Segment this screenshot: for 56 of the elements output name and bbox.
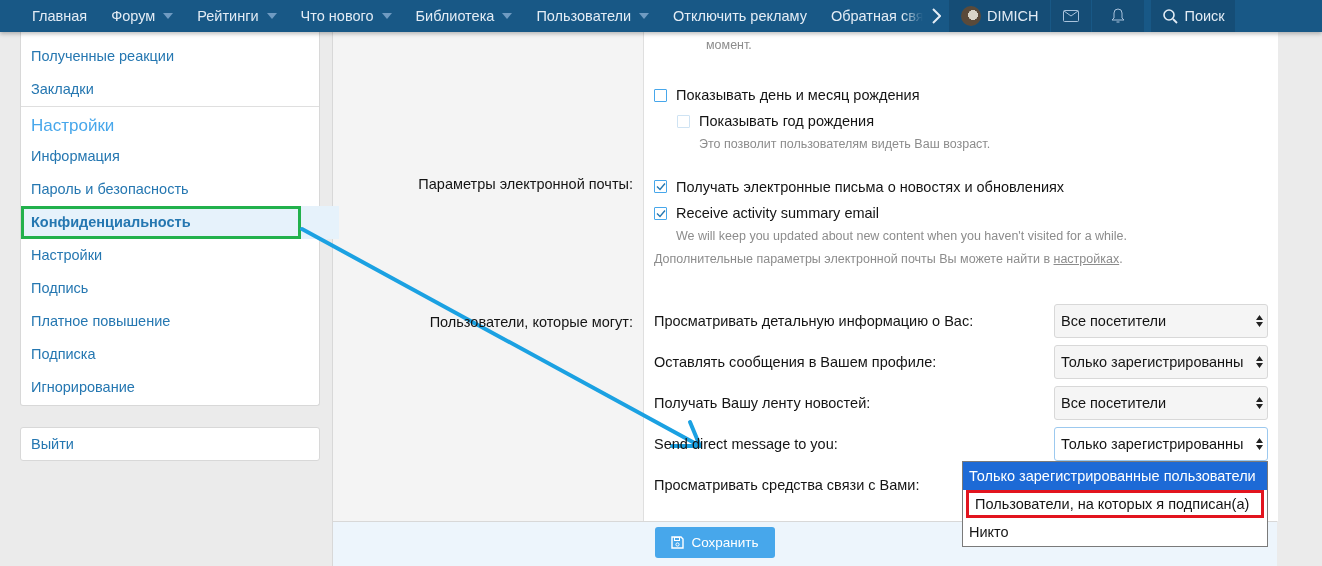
caret-icon bbox=[381, 13, 392, 19]
nav-link[interactable]: Рейтинги bbox=[185, 0, 289, 32]
field-label: Просматривать средства связи с Вами: bbox=[654, 476, 920, 495]
sidebar-item[interactable]: Информация bbox=[21, 140, 319, 173]
sidebar-item[interactable]: Подписка bbox=[21, 338, 319, 371]
checkbox-label: Показывать день и месяц рождения bbox=[676, 87, 920, 103]
hint-text: Это позволит пользователям видеть Ваш возраст. bbox=[699, 137, 991, 151]
field-label: Оставлять сообщения в Вашем профиле: bbox=[654, 353, 937, 372]
sidebar-item[interactable]: Пароль и безопасность bbox=[21, 173, 319, 206]
updown-icon bbox=[1256, 438, 1263, 450]
sidebar-item[interactable]: Платное повышение bbox=[21, 305, 319, 338]
checkbox[interactable] bbox=[654, 180, 667, 193]
checkbox[interactable] bbox=[654, 88, 667, 102]
avatar bbox=[960, 6, 981, 26]
caret-icon bbox=[502, 13, 513, 19]
caret-icon bbox=[266, 13, 277, 19]
field-label: Параметры электронной почты: bbox=[418, 176, 633, 192]
nav-link[interactable]: Пользователи bbox=[524, 0, 662, 32]
dropdown-option[interactable]: Пользователи, на которых я подписан(а) bbox=[966, 490, 1264, 518]
updown-icon bbox=[1256, 356, 1263, 368]
checkbox-label: Получать электронные письма о новостях и обновлениях bbox=[676, 178, 1065, 195]
nav-link[interactable]: Что нового bbox=[288, 0, 404, 32]
nav-link[interactable]: Форум bbox=[99, 0, 186, 32]
nav-link[interactable]: Отключить рекламу bbox=[661, 0, 819, 32]
checkbox[interactable] bbox=[654, 206, 667, 220]
caret-icon bbox=[639, 13, 650, 19]
sidebar-item[interactable]: Конфиденциальность bbox=[21, 206, 339, 239]
search-button[interactable]: Поиск bbox=[1151, 0, 1236, 32]
select-field[interactable]: Только зарегистрированны bbox=[1054, 345, 1268, 379]
caret-icon bbox=[163, 13, 174, 19]
check-icon bbox=[655, 208, 666, 218]
updown-icon bbox=[1256, 315, 1263, 327]
sidebar-item[interactable]: Подпись bbox=[21, 272, 319, 305]
user-name: DIMICH bbox=[986, 8, 1039, 24]
check-icon bbox=[655, 182, 666, 191]
sidebar-item[interactable]: Игнорирование bbox=[21, 371, 319, 404]
hint-text: момент. bbox=[706, 38, 752, 52]
checkbox-label: Показывать год рождения bbox=[699, 113, 874, 129]
email-settings-note: Дополнительные параметры электронной почты Вы можете найти в настройках. bbox=[654, 252, 1123, 266]
select-field[interactable]: Все посетители bbox=[1054, 304, 1268, 338]
field-label: Просматривать детальную информацию о Вас: bbox=[654, 312, 974, 331]
select-field[interactable]: Все посетители bbox=[1054, 386, 1268, 420]
nav-link[interactable]: Библиотека bbox=[403, 0, 525, 32]
select-field[interactable]: Только зарегистрированны bbox=[1054, 427, 1268, 461]
search-icon bbox=[1163, 8, 1179, 24]
checkbox-label: Receive activity summary email bbox=[676, 205, 880, 221]
dropdown-option[interactable]: Только зарегистрированные пользователи bbox=[963, 462, 1267, 490]
sidebar-heading: Настройки bbox=[31, 116, 115, 135]
sidebar-item[interactable]: Закладки bbox=[21, 73, 319, 106]
updown-icon bbox=[1256, 397, 1263, 409]
field-label: Получать Вашу ленту новостей: bbox=[654, 394, 871, 413]
hint-text: We will keep you updated about new content when you haven't visited for a while. bbox=[676, 229, 1128, 243]
sidebar-item[interactable]: Полученные реакции bbox=[21, 40, 319, 73]
nav-link[interactable]: Главная bbox=[20, 0, 100, 32]
logout-link[interactable]: Выйти bbox=[20, 427, 320, 461]
sidebar-item[interactable]: Настройки bbox=[21, 239, 319, 272]
